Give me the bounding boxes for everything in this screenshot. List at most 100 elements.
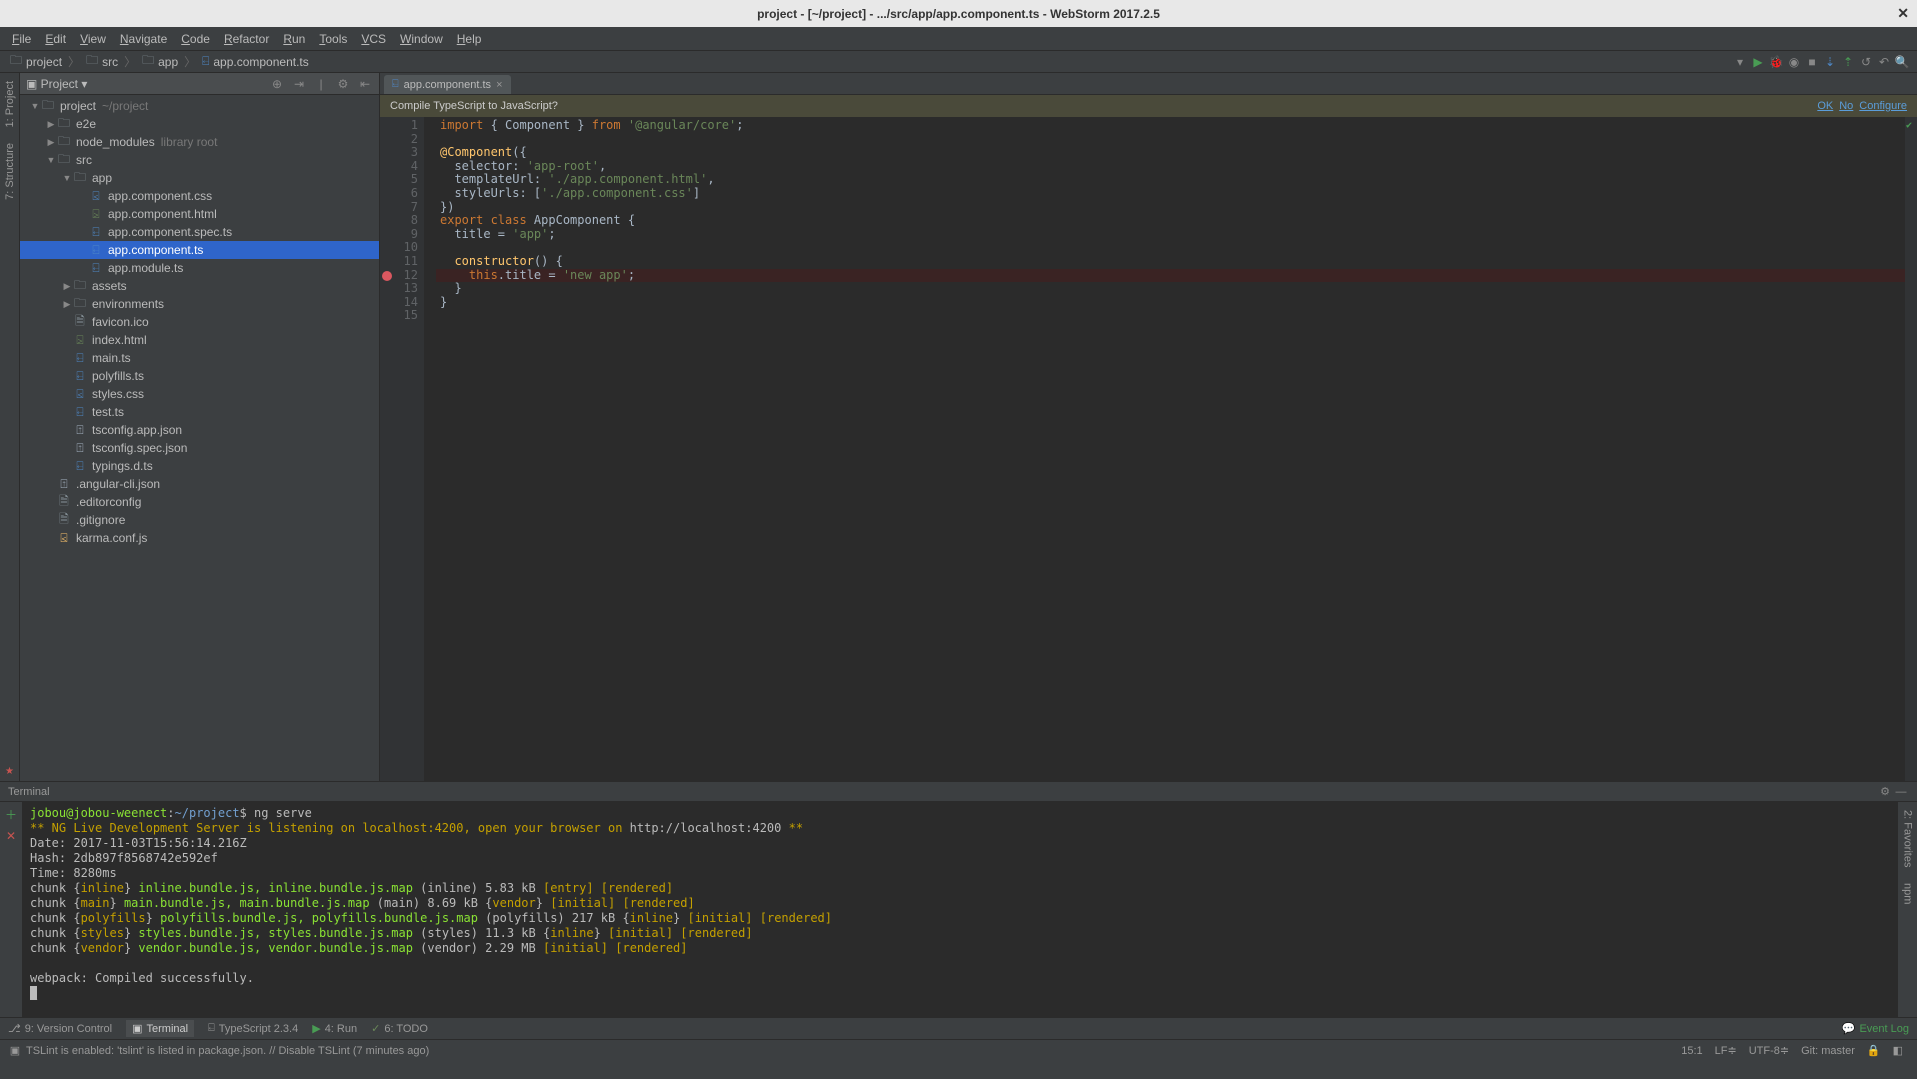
- project-tool-tab[interactable]: 1: Project: [2, 73, 18, 135]
- bottom-tab-terminal[interactable]: ▣Terminal: [126, 1020, 194, 1037]
- debug-button[interactable]: 🐞: [1767, 53, 1785, 71]
- breadcrumb-app.component.ts[interactable]: ⍇app.component.ts: [198, 54, 313, 69]
- menu-tools[interactable]: Tools: [313, 30, 353, 48]
- tree-node-project[interactable]: ▼🗀project~/project: [20, 97, 379, 115]
- menu-window[interactable]: Window: [394, 30, 449, 48]
- status-tool-icon[interactable]: ▣: [8, 1044, 22, 1058]
- search-icon[interactable]: 🔍: [1893, 53, 1911, 71]
- bottom-tab-typescript------[interactable]: ⍇TypeScript 2.3.4: [208, 1022, 298, 1035]
- menu-view[interactable]: View: [74, 30, 112, 48]
- tree-node-.gitignore[interactable]: 🗎.gitignore: [20, 511, 379, 529]
- terminal-header: Terminal ⚙ —: [0, 782, 1917, 802]
- ts-icon: ⍇: [88, 243, 104, 258]
- tree-node-tsconfig.app.json[interactable]: ⍐tsconfig.app.json: [20, 421, 379, 439]
- tree-node-tsconfig.spec.json[interactable]: ⍐tsconfig.spec.json: [20, 439, 379, 457]
- expand-arrow[interactable]: ▼: [30, 101, 40, 111]
- tree-node-node_modules[interactable]: ▶🗀node_moduleslibrary root: [20, 133, 379, 151]
- menu-vcs[interactable]: VCS: [355, 30, 392, 48]
- editor-tab-file[interactable]: ⍇ app.component.ts ×: [384, 75, 511, 94]
- stop-button[interactable]: ■: [1803, 53, 1821, 71]
- menu-refactor[interactable]: Refactor: [218, 30, 275, 48]
- expand-arrow[interactable]: ▶: [46, 119, 56, 130]
- menu-code[interactable]: Code: [175, 30, 216, 48]
- bottom-tab----run[interactable]: ▶4: Run: [312, 1022, 357, 1035]
- breakpoint-icon[interactable]: [382, 271, 392, 281]
- tree-node-app.module.ts[interactable]: ⍇app.module.ts: [20, 259, 379, 277]
- menu-navigate[interactable]: Navigate: [114, 30, 173, 48]
- new-terminal-icon[interactable]: ＋: [5, 806, 17, 823]
- tree-node-styles.css[interactable]: ⍃styles.css: [20, 385, 379, 403]
- tree-node-typings.d.ts[interactable]: ⍇typings.d.ts: [20, 457, 379, 475]
- breadcrumb-project[interactable]: 🗀project: [6, 51, 66, 72]
- terminal-settings-icon[interactable]: ⚙: [1877, 785, 1893, 798]
- tree-node-assets[interactable]: ▶🗀assets: [20, 277, 379, 295]
- collapse-all-icon[interactable]: ⇥: [291, 76, 307, 92]
- project-tree[interactable]: ▼🗀project~/project▶🗀e2e▶🗀node_moduleslib…: [20, 95, 379, 781]
- menu-help[interactable]: Help: [451, 30, 488, 48]
- tree-node-app.component.css[interactable]: ⍃app.component.css: [20, 187, 379, 205]
- compile-no-link[interactable]: No: [1839, 100, 1853, 112]
- vcs-icon: ⎇: [8, 1022, 21, 1035]
- window-close-button[interactable]: ✕: [1897, 5, 1909, 22]
- close-terminal-icon[interactable]: ✕: [6, 829, 16, 843]
- expand-arrow[interactable]: ▶: [62, 281, 72, 292]
- build-dropdown[interactable]: ▾: [1731, 53, 1749, 71]
- tree-node-.angular-cli.json[interactable]: ⍐.angular-cli.json: [20, 475, 379, 493]
- breadcrumb-app[interactable]: 🗀app: [138, 51, 182, 72]
- settings-gear-icon[interactable]: ⚙: [335, 76, 351, 92]
- navigation-bar: 🗀project〉🗀src〉🗀app〉⍇app.component.ts ▾ ▶…: [0, 51, 1917, 73]
- npm-tool-tab[interactable]: npm: [1900, 875, 1916, 912]
- tree-node-environments[interactable]: ▶🗀environments: [20, 295, 379, 313]
- tree-node-index.html[interactable]: ⍄index.html: [20, 331, 379, 349]
- bookmark-icon[interactable]: ★: [1, 762, 18, 781]
- menu-file[interactable]: File: [6, 30, 37, 48]
- tree-node-e2e[interactable]: ▶🗀e2e: [20, 115, 379, 133]
- inspector-icon[interactable]: ◧: [1887, 1044, 1909, 1057]
- tree-node-app.component.spec.ts[interactable]: ⍇app.component.spec.ts: [20, 223, 379, 241]
- menu-edit[interactable]: Edit: [39, 30, 72, 48]
- breadcrumb-src[interactable]: 🗀src: [82, 51, 122, 72]
- tree-node-.editorconfig[interactable]: 🗎.editorconfig: [20, 493, 379, 511]
- expand-arrow[interactable]: ▶: [62, 299, 72, 310]
- compile-ok-link[interactable]: OK: [1817, 100, 1833, 112]
- tree-node-app[interactable]: ▼🗀app: [20, 169, 379, 187]
- tree-node-test.ts[interactable]: ⍇test.ts: [20, 403, 379, 421]
- tree-node-src[interactable]: ▼🗀src: [20, 151, 379, 169]
- menu-run[interactable]: Run: [277, 30, 311, 48]
- tree-node-karma.conf.js[interactable]: ⍃karma.conf.js: [20, 529, 379, 547]
- line-separator[interactable]: LF≑: [1709, 1044, 1743, 1057]
- hide-tool-icon[interactable]: ⇤: [357, 76, 373, 92]
- favorites-tool-tab[interactable]: 2: Favorites: [1900, 802, 1916, 875]
- tree-node-main.ts[interactable]: ⍇main.ts: [20, 349, 379, 367]
- code-editor[interactable]: 123456789101112131415 import { Component…: [380, 117, 1917, 781]
- caret-position[interactable]: 15:1: [1675, 1045, 1708, 1057]
- compile-prompt-text: Compile TypeScript to JavaScript?: [390, 100, 558, 112]
- vcs-commit-icon[interactable]: ⇡: [1839, 53, 1857, 71]
- terminal-hide-icon[interactable]: —: [1893, 786, 1909, 798]
- vcs-update-icon[interactable]: ⇣: [1821, 53, 1839, 71]
- tree-node-app.component.ts[interactable]: ⍇app.component.ts: [20, 241, 379, 259]
- tree-node-app.component.html[interactable]: ⍄app.component.html: [20, 205, 379, 223]
- project-view-selector[interactable]: ▣ Project ▾: [26, 77, 87, 91]
- error-stripe[interactable]: ✔: [1905, 117, 1917, 781]
- expand-arrow[interactable]: ▼: [62, 173, 72, 183]
- vcs-history-icon[interactable]: ↺: [1857, 53, 1875, 71]
- event-log-button[interactable]: 💬Event Log: [1842, 1022, 1909, 1035]
- git-branch[interactable]: Git: master: [1795, 1045, 1861, 1057]
- terminal-output[interactable]: jobou@jobou-weenect:~/project$ ng serve …: [22, 802, 1897, 1017]
- bottom-tab----version-control[interactable]: ⎇9: Version Control: [8, 1022, 112, 1035]
- scroll-to-source-icon[interactable]: ⊕: [269, 76, 285, 92]
- structure-tool-tab[interactable]: 7: Structure: [2, 135, 18, 208]
- tree-node-polyfills.ts[interactable]: ⍇polyfills.ts: [20, 367, 379, 385]
- close-tab-icon[interactable]: ×: [496, 79, 502, 91]
- file-encoding[interactable]: UTF-8≑: [1743, 1044, 1795, 1057]
- vcs-revert-icon[interactable]: ↶: [1875, 53, 1893, 71]
- tree-node-favicon.ico[interactable]: 🗎favicon.ico: [20, 313, 379, 331]
- compile-configure-link[interactable]: Configure: [1859, 100, 1907, 112]
- readonly-lock-icon[interactable]: 🔒: [1861, 1044, 1887, 1057]
- expand-arrow[interactable]: ▶: [46, 137, 56, 148]
- bottom-tab----todo[interactable]: ✓6: TODO: [371, 1022, 428, 1035]
- run-button[interactable]: ▶: [1749, 53, 1767, 71]
- coverage-button[interactable]: ◉: [1785, 53, 1803, 71]
- expand-arrow[interactable]: ▼: [46, 155, 56, 165]
